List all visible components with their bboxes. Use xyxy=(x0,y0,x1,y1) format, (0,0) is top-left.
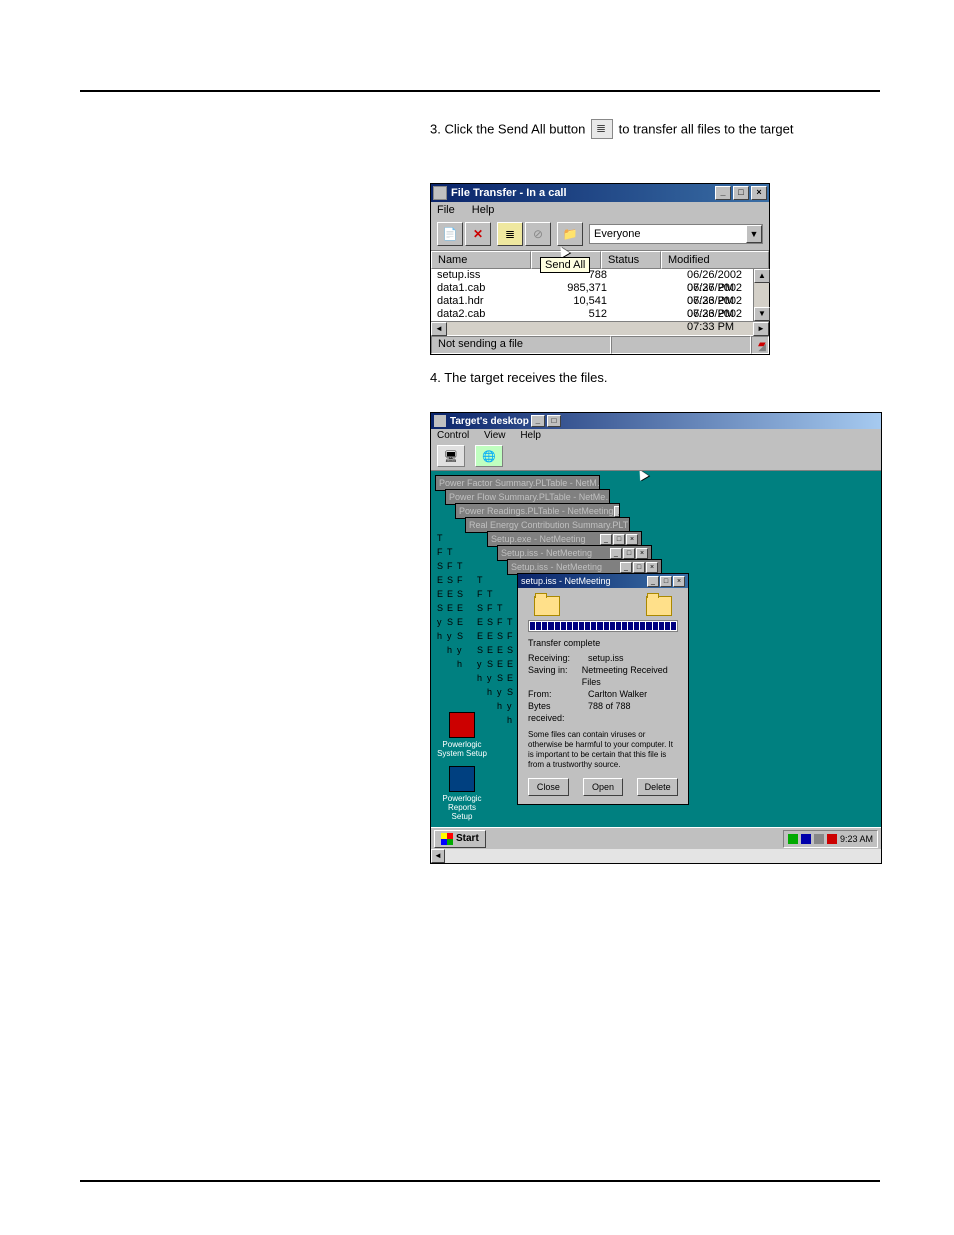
menu-file[interactable]: File xyxy=(437,204,455,216)
desktop-icon-glyph xyxy=(449,766,475,792)
folder-source-icon xyxy=(534,596,560,616)
col-status[interactable]: Status xyxy=(601,251,661,269)
maximize-button[interactable]: □ xyxy=(547,415,561,427)
stop-button[interactable]: ⊘ xyxy=(525,222,551,246)
horizontal-scrollbar[interactable]: ◄ ► xyxy=(431,321,769,335)
status-pane-2 xyxy=(611,336,751,354)
menu-control[interactable]: Control xyxy=(437,430,469,441)
transfer-dialog-title: setup.iss - NetMeeting xyxy=(521,576,611,586)
add-file-button[interactable]: 📄 xyxy=(437,222,463,246)
send-all-icon xyxy=(591,119,613,139)
minimize-button[interactable]: _ xyxy=(647,576,659,587)
outer-horizontal-scrollbar[interactable]: ◄ xyxy=(431,849,881,863)
maximize-button[interactable]: □ xyxy=(660,576,672,587)
scroll-down-icon[interactable]: ▼ xyxy=(754,307,770,321)
remote-taskbar: Start 9:23 AM xyxy=(431,827,881,849)
desk-tool-2[interactable]: 🌐 xyxy=(475,445,503,467)
table-row[interactable]: data1.cab 985,371 06/26/2002 07:33 PM xyxy=(431,282,753,295)
desktop-icons: Powerlogic System Setup Powerlogic Repor… xyxy=(437,712,487,821)
folder-dest-icon xyxy=(646,596,672,616)
delete-button[interactable]: Delete xyxy=(637,778,678,796)
scroll-right-icon[interactable]: ► xyxy=(753,322,769,336)
col-name[interactable]: Name xyxy=(431,251,531,269)
tray-icon[interactable] xyxy=(827,834,837,844)
close-button[interactable]: Close xyxy=(528,778,569,796)
scroll-left-icon[interactable]: ◄ xyxy=(431,322,447,336)
instruction-text-prefix: 3. Click the Send All button xyxy=(430,121,585,136)
menu-help[interactable]: Help xyxy=(520,430,541,441)
file-transfer-statusbar: Not sending a file ▰ xyxy=(431,335,769,354)
desktop-share-titlebar: Target's desktop _ □ xyxy=(431,413,881,429)
close-button[interactable]: × xyxy=(673,576,685,587)
system-tray: 9:23 AM xyxy=(783,830,878,848)
status-grip-icon: ▰ xyxy=(751,336,769,354)
scroll-up-icon[interactable]: ▲ xyxy=(754,269,770,283)
menu-view[interactable]: View xyxy=(484,430,506,441)
tray-clock: 9:23 AM xyxy=(840,834,873,844)
transfer-warning: Some files can contain viruses or otherw… xyxy=(528,730,678,770)
file-list: setup.iss 788 06/26/2002 07:37 PM data1.… xyxy=(431,269,753,321)
cascade-edge-letters: TFSEESyh xyxy=(497,601,503,713)
table-row[interactable]: data2.cab 512 06/26/2002 07:33 PM xyxy=(431,308,753,321)
table-row[interactable]: data1.hdr 10,541 06/26/2002 07:33 PM xyxy=(431,295,753,308)
combo-arrow-icon[interactable]: ▼ xyxy=(746,225,762,243)
transfer-dialog-body: Transfer complete Receiving:setup.iss Sa… xyxy=(518,588,688,804)
bottom-rule xyxy=(80,1180,880,1182)
tray-icon[interactable] xyxy=(801,834,811,844)
instruction-text-suffix: to transfer all files to the target xyxy=(619,121,794,136)
instruction-step-4: 4. The target receives the files. xyxy=(430,370,608,385)
tray-icon[interactable] xyxy=(788,834,798,844)
desktop-icon-reports-setup[interactable]: Powerlogic Reports Setup xyxy=(437,766,487,821)
transfer-dialog[interactable]: setup.iss - NetMeeting _ □ × xyxy=(517,573,689,805)
desktop-share-toolbar: 🖥 🌐 xyxy=(431,442,881,471)
col-modified[interactable]: Modified xyxy=(661,251,769,269)
menu-help[interactable]: Help xyxy=(472,204,495,216)
desktop-share-title: Target's desktop xyxy=(450,416,529,427)
cascade-edge-letters: TFSEESyh xyxy=(457,559,463,671)
desktop-icon-glyph xyxy=(449,712,475,738)
desktop-share-app-icon xyxy=(434,415,446,427)
desktop-icon-system-setup[interactable]: Powerlogic System Setup xyxy=(437,712,487,758)
vertical-scrollbar[interactable]: ▲ ▼ xyxy=(753,269,769,321)
file-transfer-app-icon xyxy=(433,186,447,200)
top-rule xyxy=(80,90,880,92)
maximize-button[interactable]: □ xyxy=(733,186,749,200)
instruction-step-3: 3. Click the Send All button to transfer… xyxy=(430,120,794,140)
scroll-left-icon[interactable]: ◄ xyxy=(431,849,445,863)
desktop-share-window: Target's desktop _ □ Control View Help 🖥… xyxy=(430,412,882,864)
file-transfer-title: File Transfer - In a call xyxy=(451,187,567,199)
remove-file-button[interactable]: ✕ xyxy=(465,222,491,246)
open-folder-button[interactable]: 📁 xyxy=(557,222,583,246)
table-row[interactable]: setup.iss 788 06/26/2002 07:37 PM xyxy=(431,269,753,282)
windows-flag-icon xyxy=(441,833,453,845)
open-button[interactable]: Open xyxy=(583,778,624,796)
send-all-button[interactable]: ≣ xyxy=(497,222,523,246)
remote-desktop-area: Power Factor Summary.PLTable - NetM…_□× … xyxy=(431,471,881,827)
cascade-edge-letters: TFSEESyh xyxy=(477,573,483,685)
cascade-edge-letters: TFSEESyh xyxy=(487,587,493,699)
cursor-icon xyxy=(635,471,649,481)
cascade-edge-letters: TFSEESyh xyxy=(437,531,443,643)
file-transfer-toolbar: 📄 ✕ ≣ ⊘ 📁 Everyone ▼ xyxy=(431,218,769,250)
file-transfer-menubar: File Help xyxy=(431,202,769,218)
transfer-complete-label: Transfer complete xyxy=(528,638,678,648)
file-transfer-titlebar: File Transfer - In a call _ □ × xyxy=(431,184,769,202)
cascade-edge-letters: TFSEESyh xyxy=(507,615,513,727)
desktop-share-menubar: Control View Help xyxy=(431,429,881,442)
minimize-button[interactable]: _ xyxy=(715,186,731,200)
minimize-button[interactable]: _ xyxy=(531,415,545,427)
tray-icon[interactable] xyxy=(814,834,824,844)
file-transfer-window: File Transfer - In a call _ □ × File Hel… xyxy=(430,183,770,355)
recipient-value: Everyone xyxy=(594,228,640,240)
recipient-combo[interactable]: Everyone ▼ xyxy=(589,224,763,244)
desk-tool-1[interactable]: 🖥 xyxy=(437,445,465,467)
status-text: Not sending a file xyxy=(431,336,611,354)
cascade-edge-letters: TFSEESyh xyxy=(447,545,453,657)
file-list-header: Name Status Modified xyxy=(431,250,769,269)
transfer-progress xyxy=(528,620,678,632)
close-button[interactable]: × xyxy=(751,186,767,200)
start-button[interactable]: Start xyxy=(434,830,486,848)
send-all-tooltip: Send All xyxy=(540,257,590,273)
